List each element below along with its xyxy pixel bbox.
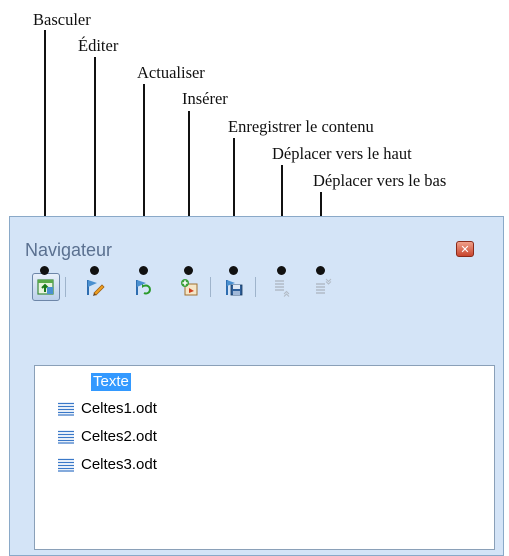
list-item[interactable]: Celtes3.odt [57,455,157,475]
toolbar-separator [65,277,66,297]
toggle-button[interactable] [32,273,60,301]
move-down-button[interactable] [309,273,337,301]
save-contents-icon [226,280,243,296]
callout-toggle: Basculer [33,10,91,29]
linked-document-icon [58,402,74,416]
panel-title: Navigateur [25,240,113,260]
callout-move-down: Déplacer vers le bas [313,171,447,190]
callout-move-up: Déplacer vers le haut [272,144,412,163]
list-item-label: Celtes1.odt [81,400,157,417]
insert-icon [181,279,198,296]
callout-save-contents: Enregistrer le contenu [228,117,374,136]
insert-button[interactable] [175,273,203,301]
leader-dot-toggle [40,266,49,275]
move-up-button[interactable] [268,273,296,301]
list-item-label: Celtes3.odt [81,456,157,473]
linked-document-icon [58,458,74,472]
navigator-tree[interactable]: Texte Celtes1.odt Celtes2.odt Celtes3.od… [34,365,495,550]
leader-dot-update [139,266,148,275]
edit-button[interactable] [81,273,109,301]
toggle-master-view-icon [37,279,54,295]
move-up-icon [275,280,290,297]
list-item[interactable]: Celtes1.odt [57,399,157,419]
toolbar-separator [210,277,211,297]
callout-edit: Éditer [78,36,119,55]
leader-dot-move-up [277,266,286,275]
edit-icon [87,280,105,296]
leader-dot-edit [90,266,99,275]
update-button[interactable] [130,273,158,301]
callout-insert: Insérer [182,89,228,108]
toolbar-separator [255,277,256,297]
leader-dot-save-contents [229,266,238,275]
save-contents-button[interactable] [220,273,248,301]
leader-dot-insert [184,266,193,275]
update-icon [136,280,151,295]
callout-update: Actualiser [137,63,205,82]
close-button[interactable]: ✕ [456,241,474,257]
leader-dot-move-down [316,266,325,275]
navigator-panel: Navigateur ✕ Texte Celtes1.odt Celtes2.o… [9,216,504,556]
list-item-label: Celtes2.odt [81,428,157,445]
move-down-icon [316,278,332,294]
list-item[interactable]: Celtes2.odt [57,427,157,447]
tree-root-text[interactable]: Texte [91,373,131,391]
linked-document-icon [58,430,74,444]
